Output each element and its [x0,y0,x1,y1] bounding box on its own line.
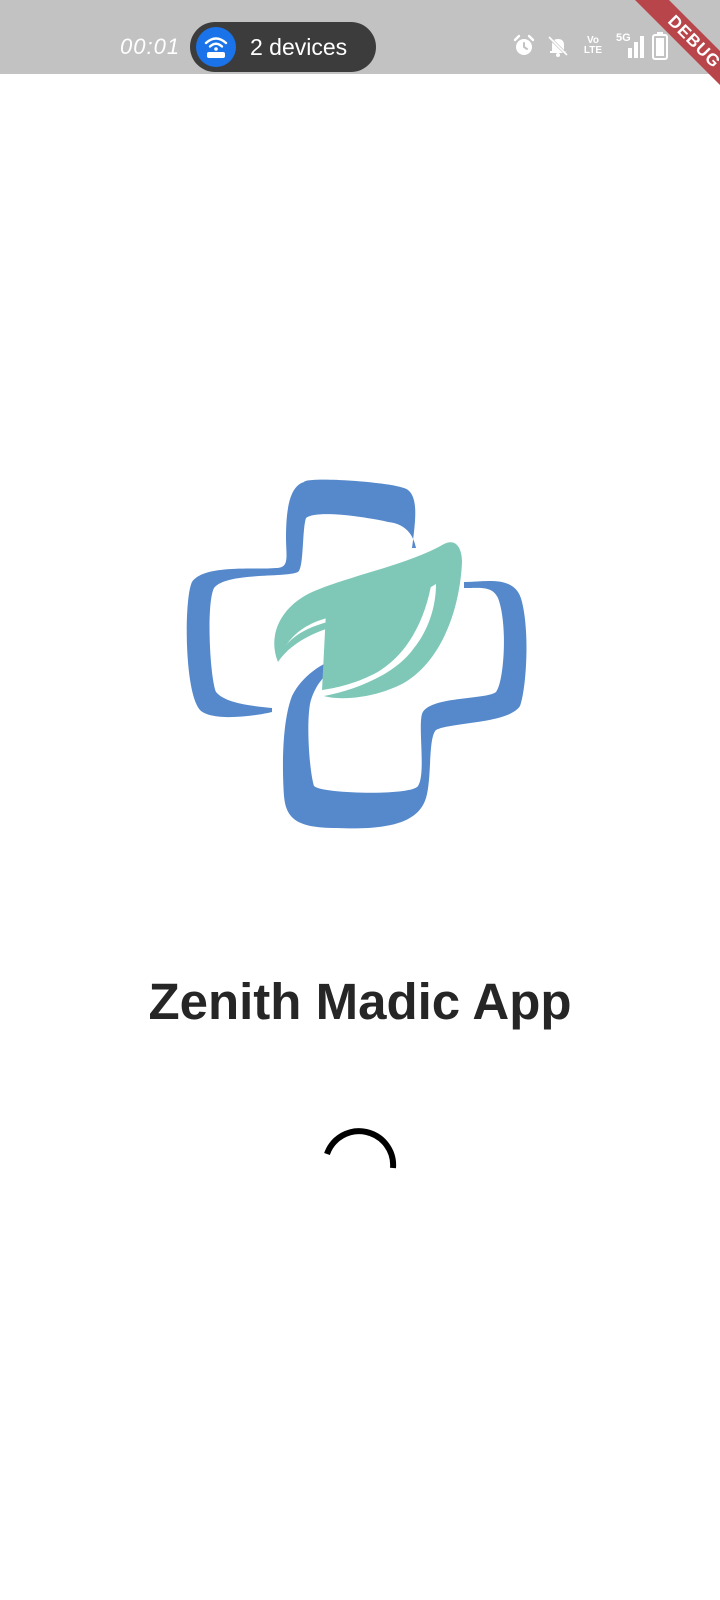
alarm-icon [512,34,536,63]
status-bar: 00:01 2 devices Vo LTE 5G [0,0,720,74]
app-title: Zenith Madic App [148,973,572,1030]
battery-icon [652,32,668,65]
splash-screen: 00:01 2 devices Vo LTE 5G DEBUG Zenith M… [0,0,720,1600]
medical-cross-leaf-logo [186,478,538,836]
status-icons: Vo LTE 5G [512,32,668,63]
hotspot-indicator[interactable]: 2 devices [190,22,376,72]
volte-icon: Vo LTE [583,35,603,56]
loading-spinner [321,1120,399,1198]
status-time: 00:01 [120,34,181,59]
signal-5g-icon: 5G [616,32,650,60]
hotspot-label: 2 devices [250,34,348,60]
muted-bell-icon [546,34,570,63]
hotspot-icon [196,27,236,67]
